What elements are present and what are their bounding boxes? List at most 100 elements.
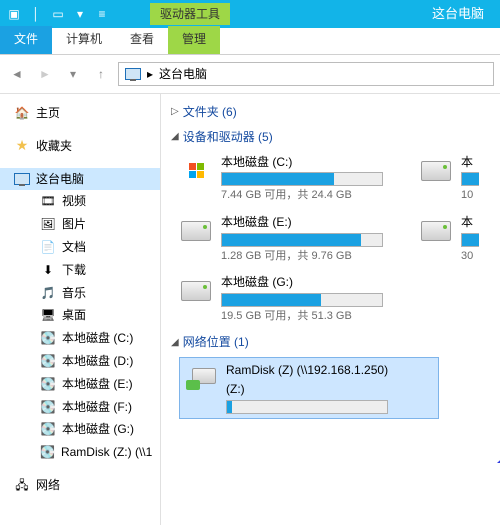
address-location: 这台电脑 — [159, 66, 207, 83]
up-button[interactable]: ↑ — [90, 63, 112, 85]
network-drive-label: RamDisk (Z) (\\192.168.1.250) — [226, 362, 434, 379]
drive-icon — [421, 161, 451, 181]
navigation-bar: ◄ ► ▾ ↑ ▸ 这台电脑 — [0, 55, 500, 94]
window-titlebar: ▣ │ ▭ ▾ ≡ 驱动器工具 这台电脑 — [0, 0, 500, 28]
nav-home[interactable]: 🏠 主页 — [0, 102, 160, 125]
network-drive-capacity-bar — [226, 400, 388, 414]
drive-label: 本地磁盘 (C:) — [221, 154, 399, 171]
chevron-down-icon: ◢ — [171, 130, 179, 144]
drive-capacity-bar — [221, 293, 383, 307]
nav-child-icon: 💽 — [40, 422, 56, 438]
nav-favorites[interactable]: ★ 收藏夹 — [0, 135, 160, 158]
group-label: 网络位置 (1) — [183, 334, 249, 351]
divider-icon: │ — [28, 6, 44, 23]
qat-dropdown-icon[interactable]: ▾ — [72, 6, 88, 23]
nav-child-item[interactable]: 💽 RamDisk (Z:) (\\1 — [0, 441, 160, 464]
group-devices[interactable]: ◢ 设备和驱动器 (5) — [171, 125, 500, 150]
folder-icon: ▣ — [6, 6, 22, 23]
drive-item[interactable]: 本地磁盘 (C:) 7.44 GB 可用，共 24.4 GB — [179, 154, 399, 204]
nav-child-item[interactable]: 🎵 音乐 — [0, 282, 160, 305]
drive-icon — [181, 221, 211, 241]
nav-child-item[interactable]: 🖥桌面 — [0, 304, 160, 327]
network-drive-item[interactable]: RamDisk (Z) (\\192.168.1.250) (Z:) — [179, 357, 439, 419]
navigation-pane: 🏠 主页 ★ 收藏夹 这台电脑 🎞视频🖼图片📄文档⬇下载🎵音乐🖥桌面💽本地磁盘 … — [0, 94, 161, 525]
drive-icon — [421, 221, 451, 241]
star-icon: ★ — [14, 138, 30, 154]
network-drive-icon — [184, 362, 218, 396]
tab-computer[interactable]: 计算机 — [52, 26, 116, 54]
drive-capacity-text: 7.44 GB 可用，共 24.4 GB — [221, 188, 399, 203]
drive-capacity-text: 10 — [461, 188, 479, 203]
nav-child-item[interactable]: 💽 本地磁盘 (E:) — [0, 373, 160, 396]
nav-child-item[interactable]: 💽 本地磁盘 (G:) — [0, 418, 160, 441]
nav-child-label: 本地磁盘 (E:) — [62, 376, 133, 393]
group-folders[interactable]: ▷ 文件夹 (6) — [171, 100, 500, 125]
content-pane: ▷ 文件夹 (6) ◢ 设备和驱动器 (5) 本地磁盘 (C:) 7.44 GB … — [161, 94, 500, 525]
drive-capacity-bar — [461, 172, 479, 186]
nav-child-item[interactable]: 💽本地磁盘 (C:) — [0, 327, 160, 350]
nav-child-item[interactable]: 💽 本地磁盘 (D:) — [0, 350, 160, 373]
annotation-arrow — [491, 359, 500, 469]
nav-child-label: 下载 — [62, 262, 86, 279]
home-icon: 🏠 — [14, 105, 30, 121]
nav-child-label: 文档 — [62, 239, 86, 256]
chevron-down-icon: ◢ — [171, 336, 179, 350]
nav-child-icon: 💽 — [40, 353, 56, 369]
nav-child-item[interactable]: 🖼图片 — [0, 213, 160, 236]
nav-network[interactable]: 🖧 网络 — [0, 474, 160, 497]
nav-child-label: 本地磁盘 (D:) — [62, 353, 133, 370]
address-sep: ▸ — [147, 66, 153, 83]
nav-child-label: 本地磁盘 (G:) — [62, 421, 134, 438]
drives-container: 本地磁盘 (C:) 7.44 GB 可用，共 24.4 GB 本 10 本地磁盘 (E:… — [171, 150, 500, 331]
nav-child-label: 本地磁盘 (F:) — [62, 399, 132, 416]
nav-child-item[interactable]: 🎞视频 — [0, 190, 160, 213]
chevron-right-icon: ▷ — [171, 105, 179, 119]
drive-label: 本 — [461, 154, 479, 171]
nav-child-icon: 💽 — [40, 399, 56, 415]
drive-item[interactable]: 本地磁盘 (G:)19.5 GB 可用，共 51.3 GB — [179, 274, 399, 324]
thispc-icon — [125, 68, 141, 80]
drive-capacity-text: 1.28 GB 可用，共 9.76 GB — [221, 249, 399, 264]
nav-child-icon: 📄 — [40, 239, 56, 255]
qat-more-icon[interactable]: ≡ — [94, 6, 110, 23]
nav-child-icon: 💽 — [40, 376, 56, 392]
ribbon-tabs: 文件 计算机 查看 管理 — [0, 28, 500, 55]
nav-child-icon: 🎵 — [40, 285, 56, 301]
nav-child-label: 音乐 — [62, 285, 86, 302]
drive-capacity-bar — [461, 233, 479, 247]
drive-label: 本地磁盘 (E:) — [221, 214, 399, 231]
drive-capacity-bar — [221, 172, 383, 186]
nav-child-label: 图片 — [62, 216, 86, 233]
nav-label: 这台电脑 — [36, 171, 84, 188]
nav-label: 网络 — [36, 477, 60, 494]
tab-file[interactable]: 文件 — [0, 26, 52, 54]
nav-child-label: 视频 — [62, 193, 86, 210]
drive-icon — [181, 281, 211, 301]
back-button[interactable]: ◄ — [6, 63, 28, 85]
drive-item[interactable]: 本30 — [419, 214, 479, 264]
forward-button[interactable]: ► — [34, 63, 56, 85]
nav-child-item[interactable]: ⬇下载 — [0, 259, 160, 282]
nav-child-label: RamDisk (Z:) (\\1 — [61, 444, 152, 461]
drive-item[interactable]: 本 10 — [419, 154, 479, 204]
nav-child-item[interactable]: 💽 本地磁盘 (F:) — [0, 396, 160, 419]
nav-child-icon: 💽 — [40, 331, 56, 347]
nav-child-icon: 🖥 — [40, 308, 56, 324]
nav-child-item[interactable]: 📄 文档 — [0, 236, 160, 259]
qat-properties-icon[interactable]: ▭ — [50, 6, 66, 23]
nav-child-icon: 💽 — [40, 445, 55, 461]
window-title: 这台电脑 — [432, 5, 484, 23]
group-netloc[interactable]: ◢ 网络位置 (1) — [171, 330, 500, 355]
drive-capacity-text: 30 — [461, 249, 479, 264]
tab-manage[interactable]: 管理 — [168, 26, 220, 54]
network-drive-letter: (Z:) — [226, 381, 434, 398]
address-bar[interactable]: ▸ 这台电脑 — [118, 62, 494, 86]
drive-capacity-bar — [221, 233, 383, 247]
network-icon: 🖧 — [14, 477, 30, 493]
nav-thispc[interactable]: 这台电脑 — [0, 168, 160, 191]
drive-item[interactable]: 本地磁盘 (E:) 1.28 GB 可用，共 9.76 GB — [179, 214, 399, 264]
group-label: 文件夹 (6) — [183, 104, 237, 121]
drive-label: 本地磁盘 (G:) — [221, 274, 399, 291]
tab-view[interactable]: 查看 — [116, 26, 168, 54]
recent-locations-button[interactable]: ▾ — [62, 63, 84, 85]
